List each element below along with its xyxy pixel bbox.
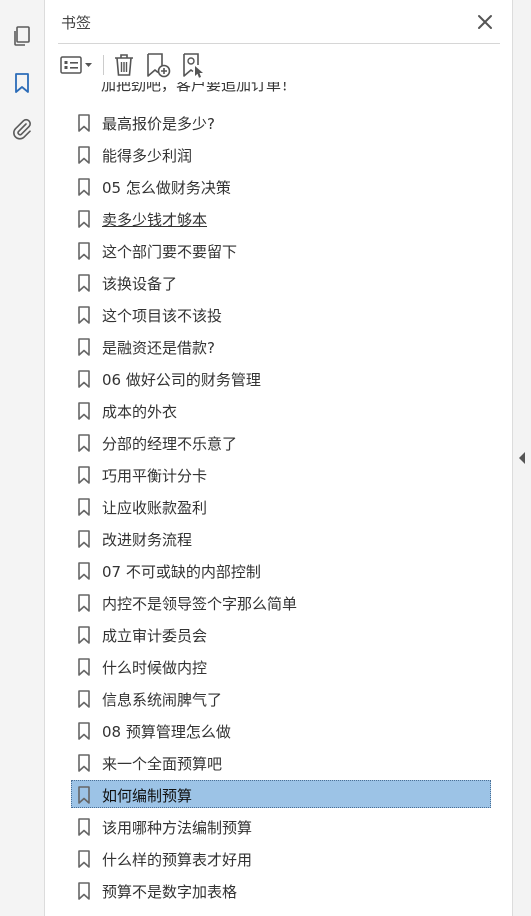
bookmark-label: 最高报价是多少?	[102, 115, 215, 133]
list-item[interactable]: 加把劲吧，客户要追加订单！	[71, 82, 493, 100]
bookmark-label: 这个项目该不该投	[102, 307, 223, 325]
list-item[interactable]: 来一个全面预算吧	[71, 748, 491, 776]
list-item[interactable]: 08 预算管理怎么做	[71, 716, 491, 744]
bookmark-label: 08 预算管理怎么做	[102, 723, 231, 741]
bookmark-rows: 最高报价是多少? 能得多少利润 05 怎么做财务决策 卖多少钱才够本这个部门要不要留下…	[71, 108, 493, 908]
bookmark-item-icon	[77, 498, 91, 516]
list-item[interactable]: 卖多少钱才够本	[71, 204, 491, 232]
bookmark-item-icon	[77, 626, 91, 644]
list-item[interactable]: 信息系统闹脾气了	[71, 684, 491, 712]
bookmark-label: 预算不是数字加表格	[102, 883, 238, 901]
list-item[interactable]: 06 做好公司的财务管理	[71, 364, 491, 392]
bookmark-item-icon	[77, 146, 91, 164]
bookmark-item-icon	[77, 850, 91, 868]
bookmark-item-icon	[77, 594, 91, 612]
bookmark-label: 这个部门要不要留下	[102, 243, 238, 261]
panel-header: 书签	[45, 0, 512, 44]
list-item[interactable]: 巧用平衡计分卡	[71, 460, 491, 488]
bookmarks-toolbar	[45, 48, 512, 82]
list-item[interactable]: 改进财务流程	[71, 524, 491, 552]
bookmarks-panel: 书签 加把劲吧，客户要追加订单！ 最高报价是多少? 能得多少利润 05 怎么做财…	[45, 0, 512, 916]
bookmark-label: 该换设备了	[102, 275, 178, 293]
bookmark-item-icon	[77, 178, 91, 196]
list-item[interactable]: 如何编制预算	[71, 780, 491, 808]
add-bookmark-icon[interactable]	[144, 51, 172, 79]
bookmark-item-icon	[77, 882, 91, 900]
bookmark-item-icon	[77, 754, 91, 772]
bookmark-label: 让应收账款盈利	[102, 499, 208, 517]
bookmark-label: 分部的经理不乐意了	[102, 435, 238, 453]
bookmark-item-icon	[77, 786, 91, 804]
bookmark-item-icon	[77, 466, 91, 484]
list-item[interactable]: 05 怎么做财务决策	[71, 172, 491, 200]
bookmark-item-icon	[77, 690, 91, 708]
navigation-rail	[0, 0, 45, 916]
bookmark-item-icon	[77, 242, 91, 260]
bookmark-item-icon	[77, 434, 91, 452]
toolbar-separator	[103, 55, 104, 75]
bookmark-item-icon	[77, 370, 91, 388]
bookmark-label: 05 怎么做财务决策	[102, 179, 231, 197]
bookmark-label: 成立审计委员会	[102, 627, 208, 645]
bookmark-item-icon	[77, 722, 91, 740]
bookmark-label: 该用哪种方法编制预算	[102, 819, 253, 837]
list-item[interactable]: 分部的经理不乐意了	[71, 428, 491, 456]
bookmark-label: 信息系统闹脾气了	[102, 691, 223, 709]
new-bookmark-from-structure-icon[interactable]	[179, 51, 207, 79]
bookmark-item-icon	[77, 274, 91, 292]
bookmark-item-icon	[77, 818, 91, 836]
bookmark-label: 能得多少利润	[102, 147, 193, 165]
bookmark-icon[interactable]	[10, 71, 34, 95]
list-item[interactable]: 该换设备了	[71, 268, 491, 296]
bookmark-label: 卖多少钱才够本	[102, 211, 208, 229]
bookmark-item-icon	[77, 306, 91, 324]
bookmark-item-icon	[77, 658, 91, 676]
list-item[interactable]: 内控不是领导签个字那么简单	[71, 588, 491, 616]
bookmark-item-icon	[77, 338, 91, 356]
header-divider	[58, 43, 500, 44]
bookmark-label: 成本的外衣	[102, 403, 178, 421]
bookmark-label: 加把劲吧，客户要追加订单！	[101, 82, 297, 94]
bookmark-label: 06 做好公司的财务管理	[102, 371, 261, 389]
panel-collapse-strip[interactable]	[512, 0, 531, 916]
bookmark-list: 加把劲吧，客户要追加订单！ 最高报价是多少? 能得多少利润 05 怎么做财务决策 卖多…	[71, 82, 493, 910]
bookmark-item-icon	[77, 402, 91, 420]
pages-icon[interactable]	[10, 24, 34, 48]
list-item[interactable]: 成本的外衣	[71, 396, 491, 424]
bookmark-label: 是融资还是借款?	[102, 339, 215, 357]
list-item[interactable]: 成立审计委员会	[71, 620, 491, 648]
bookmark-label: 来一个全面预算吧	[102, 755, 223, 773]
bookmark-label: 07 不可或缺的内部控制	[102, 563, 261, 581]
collapse-arrow-icon[interactable]	[517, 450, 527, 466]
attachment-icon[interactable]	[10, 117, 34, 141]
options-menu-icon[interactable]	[59, 51, 97, 79]
close-icon[interactable]	[474, 11, 496, 33]
list-item[interactable]: 什么时候做内控	[71, 652, 491, 680]
list-item[interactable]: 能得多少利润	[71, 140, 491, 168]
bookmark-item-icon	[77, 210, 91, 228]
bookmark-item-icon	[77, 562, 91, 580]
list-item[interactable]: 让应收账款盈利	[71, 492, 491, 520]
list-item[interactable]: 这个项目该不该投	[71, 300, 491, 328]
panel-title: 书签	[61, 14, 92, 32]
bookmark-label: 如何编制预算	[102, 787, 193, 805]
delete-bookmark-icon[interactable]	[111, 51, 137, 79]
list-item[interactable]: 07 不可或缺的内部控制	[71, 556, 491, 584]
bookmark-item-icon	[77, 114, 91, 132]
list-item[interactable]: 预算不是数字加表格	[71, 876, 491, 904]
bookmark-item-icon	[77, 530, 91, 548]
bookmark-label: 内控不是领导签个字那么简单	[102, 595, 298, 613]
list-item[interactable]: 什么样的预算表才好用	[71, 844, 491, 872]
list-item[interactable]: 最高报价是多少?	[71, 108, 491, 136]
bookmark-label: 改进财务流程	[102, 531, 193, 549]
bookmark-label: 什么时候做内控	[102, 659, 208, 677]
list-item[interactable]: 该用哪种方法编制预算	[71, 812, 491, 840]
list-item[interactable]: 是融资还是借款?	[71, 332, 491, 360]
bookmark-label: 巧用平衡计分卡	[102, 467, 208, 485]
list-item[interactable]: 这个部门要不要留下	[71, 236, 491, 264]
bookmark-label: 什么样的预算表才好用	[102, 851, 253, 869]
